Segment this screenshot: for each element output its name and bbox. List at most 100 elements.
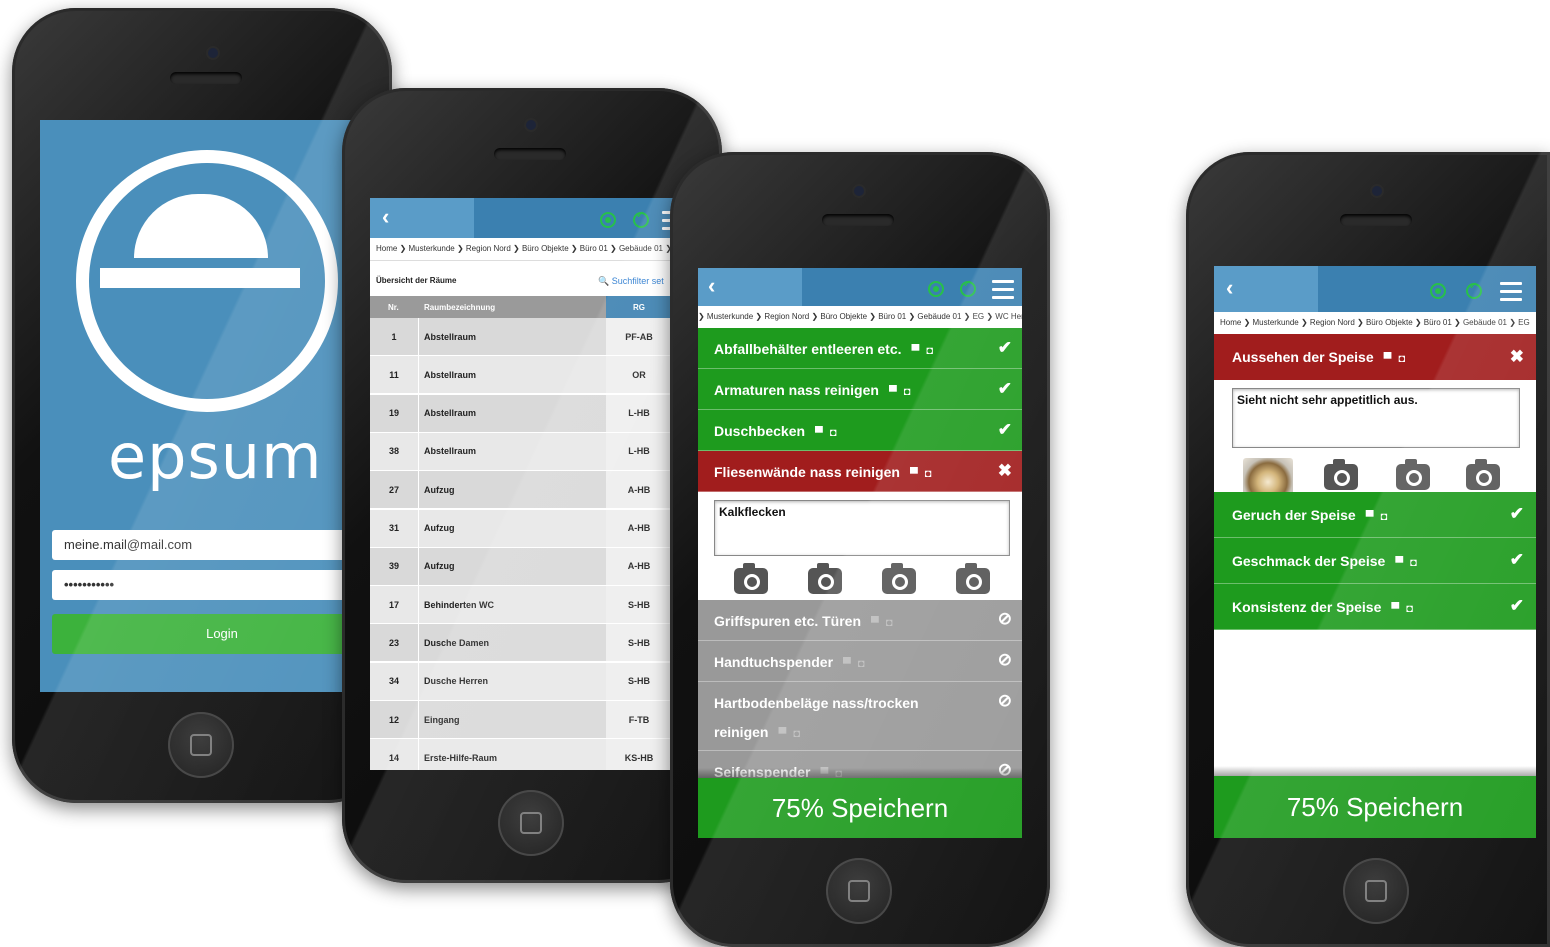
check-item[interactable]: Handtuchspender ▀ ◘ ⊘ (698, 641, 1022, 682)
ok-check-icon[interactable]: ✔ (1510, 504, 1524, 524)
ok-check-icon[interactable]: ✔ (998, 420, 1012, 440)
login-button[interactable]: Login (52, 614, 392, 654)
cell-nr: 17 (388, 599, 399, 610)
fail-cross-icon[interactable]: ✖ (1510, 347, 1524, 367)
comment-camera-icon[interactable]: ▀ ◘ (910, 468, 934, 480)
cell-room-name: Abstellraum (424, 408, 477, 419)
back-button[interactable]: ‹ (1214, 266, 1318, 312)
comment-camera-icon[interactable]: ▀ ◘ (1395, 557, 1419, 569)
ok-check-icon[interactable]: ✔ (1510, 596, 1524, 616)
not-applicable-icon[interactable]: ⊘ (998, 650, 1012, 670)
cell-nr: 11 (389, 369, 399, 380)
location-icon[interactable] (928, 281, 944, 297)
cell-nr: 1 (391, 331, 397, 342)
location-icon[interactable] (1430, 283, 1446, 299)
not-applicable-icon[interactable]: ⊘ (998, 691, 1012, 711)
password-field[interactable]: ••••••••••• (52, 570, 392, 600)
sync-check-icon[interactable] (960, 279, 976, 297)
col-room-name[interactable]: Raumbezeichnung (424, 296, 495, 318)
comment-camera-icon[interactable]: ▀ ◘ (843, 658, 867, 670)
check-item[interactable]: Duschbecken ▀ ◘ ✔ (698, 410, 1022, 451)
comment-camera-icon[interactable]: ▀ ◘ (912, 345, 936, 357)
save-button[interactable]: 75% Speichern (698, 778, 1022, 838)
ok-check-icon[interactable]: ✔ (998, 379, 1012, 399)
column-divider (418, 318, 419, 355)
item-label: Duschbecken (714, 423, 806, 439)
item-label: Aussehen der Speise (1232, 349, 1374, 365)
cell-rg: KS-HB (606, 739, 672, 770)
breadcrumb[interactable]: ❯ Musterkunde ❯ Region Nord ❯ Büro Objek… (698, 306, 1022, 329)
item-label: Geruch der Speise (1232, 507, 1356, 523)
camera-icon[interactable] (956, 563, 990, 594)
email-field[interactable]: meine.mail@mail.com (52, 530, 392, 560)
food-screen: ‹ Home ❯ Musterkunde ❯ Region Nord ❯ Bür… (1214, 266, 1536, 838)
column-divider (418, 509, 419, 547)
front-camera (854, 186, 864, 196)
home-button[interactable] (1343, 858, 1409, 924)
comment-camera-icon[interactable]: ▀ ◘ (1391, 603, 1415, 615)
home-button[interactable] (826, 858, 892, 924)
cell-nr: 12 (388, 714, 399, 725)
comment-camera-icon[interactable]: ▀ ◘ (871, 617, 895, 629)
phone-checklist: ‹ ❯ Musterkunde ❯ Region Nord ❯ Büro Obj… (670, 152, 1050, 947)
check-item[interactable]: Aussehen der Speise ▀ ◘ ✖ (1214, 334, 1536, 381)
back-chevron-icon: ‹ (382, 204, 390, 229)
comment-camera-icon[interactable]: ▀ ◘ (778, 728, 802, 740)
cell-nr: 31 (388, 523, 399, 533)
sync-check-icon[interactable] (1466, 281, 1482, 299)
comment-textarea[interactable]: Sieht nicht sehr appetitlich aus. (1232, 388, 1520, 448)
item-label-line2: reinigen (714, 724, 769, 740)
speaker (822, 214, 894, 226)
check-item[interactable]: Hartbodenbeläge nass/trocken reinigen ▀ ◘… (698, 682, 1022, 751)
camera-icon[interactable] (882, 563, 916, 594)
column-divider (418, 547, 419, 585)
menu-icon[interactable] (992, 280, 1014, 304)
cell-nr: 39 (388, 561, 399, 572)
camera-icon[interactable] (1466, 459, 1500, 490)
cell-nr: 14 (388, 752, 399, 763)
column-divider (418, 432, 419, 470)
camera-icon[interactable] (808, 563, 842, 594)
comment-camera-icon[interactable]: ▀ ◘ (889, 386, 913, 398)
col-nr[interactable]: Nr. (388, 296, 399, 318)
location-icon[interactable] (600, 212, 616, 228)
column-divider (418, 624, 419, 662)
breadcrumb[interactable]: Home ❯ Musterkunde ❯ Region Nord ❯ Büro … (1214, 312, 1536, 335)
comment-camera-icon[interactable]: ▀ ◘ (1384, 353, 1408, 365)
app-header: ‹ (698, 268, 1022, 306)
home-button[interactable] (168, 712, 234, 778)
comment-camera-icon[interactable]: ▀ ◘ (1366, 511, 1390, 523)
check-item[interactable]: Fliesenwände nass reinigen ▀ ◘ ✖ (698, 451, 1022, 492)
check-item[interactable]: Griffspuren etc. Türen ▀ ◘ ⊘ (698, 600, 1022, 641)
back-button[interactable]: ‹ (698, 268, 802, 306)
camera-icon[interactable] (734, 563, 768, 594)
sync-check-icon[interactable] (633, 210, 649, 228)
check-item[interactable]: Abfallbehälter entleeren etc. ▀ ◘ ✔ (698, 328, 1022, 369)
check-item[interactable]: Geruch der Speise ▀ ◘ ✔ (1214, 492, 1536, 538)
ok-check-icon[interactable]: ✔ (1510, 550, 1524, 570)
save-button[interactable]: 75% Speichern (1214, 776, 1536, 838)
back-chevron-icon: ‹ (708, 273, 716, 298)
ok-check-icon[interactable]: ✔ (998, 338, 1012, 358)
menu-icon[interactable] (1500, 282, 1522, 306)
back-button[interactable]: ‹ (370, 198, 474, 238)
cell-room-name: Aufzug (424, 561, 455, 572)
comment-camera-icon[interactable]: ▀ ◘ (815, 427, 839, 439)
not-applicable-icon[interactable]: ⊘ (998, 609, 1012, 629)
fail-cross-icon[interactable]: ✖ (998, 461, 1012, 481)
back-chevron-icon: ‹ (1226, 275, 1234, 300)
cell-nr: 38 (388, 446, 399, 457)
camera-icon[interactable] (1324, 459, 1358, 490)
speaker (170, 72, 242, 84)
search-filter-link[interactable]: 🔍 Suchfilter set (598, 276, 664, 287)
check-item[interactable]: Konsistenz der Speise ▀ ◘ ✔ (1214, 584, 1536, 630)
check-item[interactable]: Armaturen nass reinigen ▀ ◘ ✔ (698, 369, 1022, 410)
cell-rg: L-HB (606, 394, 672, 432)
camera-icon[interactable] (1396, 459, 1430, 490)
cell-room-name: Eingang (424, 714, 460, 725)
home-button[interactable] (498, 790, 564, 856)
check-item[interactable]: Geschmack der Speise ▀ ◘ ✔ (1214, 538, 1536, 584)
comment-textarea[interactable]: Kalkflecken (714, 500, 1010, 556)
col-rg[interactable]: RG (606, 296, 672, 318)
app-header: ‹ (1214, 266, 1536, 312)
